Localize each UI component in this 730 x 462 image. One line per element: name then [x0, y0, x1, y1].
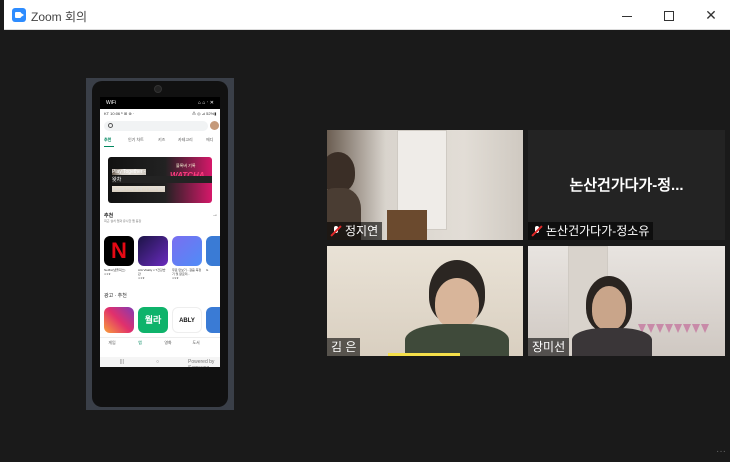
participant-name-tag: 장미선: [528, 338, 570, 356]
status-icons: ⌂ ⌂ ‧ ✕: [198, 100, 214, 106]
app-row: N Netflix(넷플릭스) 4.3★ AIA Vitality x T건강습…: [104, 236, 220, 286]
app-row-2: 월라 ABLY: [104, 307, 220, 333]
participant-name-tag: 논산건가다가-정소유: [528, 222, 654, 240]
phone-sub-status: KT 10:06 ᵇ ⊞ ⊛ · ⁂ ◎ ⊿ 52%▮: [104, 111, 216, 116]
active-speaker-indicator: [388, 353, 460, 356]
mic-muted-icon: [532, 225, 542, 237]
maximize-icon: [664, 11, 674, 22]
app-card[interactable]: N Netflix(넷플릭스) 4.3★: [104, 236, 134, 276]
powered-by-badge: Powered by Samsung: [188, 359, 215, 367]
tab-categories[interactable]: 카테고리: [178, 137, 193, 143]
decoration-bunting: [638, 320, 718, 333]
tab-editors[interactable]: 에디: [206, 137, 213, 143]
nav-apps[interactable]: 앱: [128, 340, 152, 346]
participant-name-tag: 정지연: [327, 222, 383, 240]
close-button[interactable]: ✕: [688, 0, 730, 30]
minimize-icon: [622, 15, 632, 17]
participant-face: [435, 278, 479, 328]
section-title: 추천: [104, 213, 114, 219]
banner-title-1: Play Together -: [112, 169, 146, 175]
title-bar: Zoom 회의 ✕: [4, 0, 730, 30]
phone-screen: WiFi ⌂ ⌂ ‧ ✕ KT 10:06 ᵇ ⊞ ⊛ · ⁂ ◎ ⊿ 52%▮…: [100, 97, 220, 367]
banner-subtitle: Google Play 결제 시 15% 할인: [112, 186, 165, 192]
background-furniture: [387, 210, 427, 240]
carrier-time: KT 10:06 ᵇ ⊞ ⊛ ·: [104, 111, 135, 116]
participant-name-tag: 김 은: [327, 338, 361, 356]
app-rating: 4.9★: [172, 276, 179, 280]
maximize-button[interactable]: [646, 0, 692, 30]
participant-face: [327, 152, 355, 192]
nav-books[interactable]: 도서: [184, 340, 208, 346]
tab-recommended[interactable]: 추천: [104, 137, 111, 143]
video-tile[interactable]: 정지연: [327, 130, 523, 240]
recents-icon[interactable]: |||: [120, 359, 124, 365]
search-icon: [108, 123, 113, 128]
app-name: AIA Vitality x T건강습관: [138, 268, 166, 276]
phone-frame: WiFi ⌂ ⌂ ‧ ✕ KT 10:06 ᵇ ⊞ ⊛ · ⁂ ◎ ⊿ 52%▮…: [92, 81, 228, 407]
video-tile[interactable]: 김 은: [327, 246, 523, 356]
netflix-icon: N: [104, 236, 134, 266]
video-tile[interactable]: 논산건가다가-정... 논산건가다가-정소유: [528, 130, 725, 240]
phone-status-bar: WiFi ⌂ ⌂ ‧ ✕: [100, 97, 220, 109]
zoom-window: Zoom 회의 ✕ WiFi ⌂ ⌂ ‧ ✕ KT 10:06 ᵇ ⊞ ⊛ · …: [4, 0, 730, 462]
avatar[interactable]: [210, 121, 219, 130]
participant-face: [592, 286, 626, 330]
app-icon[interactable]: [206, 307, 220, 333]
window-title: Zoom 회의: [31, 10, 88, 24]
home-icon[interactable]: ○: [156, 359, 159, 365]
app-rating: 4.3★: [138, 276, 145, 280]
participant-name: 정지연: [345, 224, 379, 238]
nav-games[interactable]: 게임: [100, 340, 124, 346]
app-card[interactable]: 무료 만보기 - 걸음 측정기 및 칼로리... 4.9★: [172, 236, 202, 280]
banner-tagline: 블록버 기록: [176, 163, 196, 168]
play-search-bar[interactable]: [104, 121, 208, 131]
app-icon: [206, 236, 220, 266]
nav-movies[interactable]: 영화: [156, 340, 180, 346]
ably-icon[interactable]: ABLY: [172, 307, 202, 333]
ad-section-title: 광고 · 추천: [104, 293, 127, 299]
app-card[interactable]: G: [206, 236, 220, 272]
participant-name: 논산건가다가-정소유: [546, 224, 650, 238]
android-nav-bar: ||| ○ Powered by Samsung: [100, 357, 220, 367]
zoom-logo-icon: [12, 8, 26, 22]
promo-banner[interactable]: 블록버 기록 WATCHA Play Together - 왓차 Google …: [108, 157, 212, 203]
tab-top-charts[interactable]: 인기 차트: [128, 137, 144, 143]
participant-body: [572, 328, 652, 356]
vitality-icon: [138, 236, 168, 266]
camera-icon: [154, 85, 162, 93]
arrow-right-icon[interactable]: →: [212, 212, 218, 218]
video-tile[interactable]: 장미선: [528, 246, 725, 356]
battery-status: ⁂ ◎ ⊿ 52%▮: [192, 111, 217, 116]
play-bottom-nav: 게임 앱 영화 도서: [100, 337, 220, 357]
active-tab-indicator: [104, 146, 114, 147]
app-card[interactable]: AIA Vitality x T건강습관 4.3★: [138, 236, 168, 280]
play-tabs: 추천 인기 차트 키즈 카테고리 에디: [104, 137, 220, 147]
participant-display-name: 논산건가다가-정...: [569, 177, 684, 194]
tab-kids[interactable]: 키즈: [158, 137, 165, 143]
instagram-icon[interactable]: [104, 307, 134, 333]
participant-body: [405, 324, 509, 356]
more-options-icon[interactable]: ···: [716, 446, 726, 457]
section-subtitle: 최근 설치 앱과 유사한 앱 등장: [104, 219, 142, 223]
banner-title-2: 왓차: [112, 176, 212, 183]
wolla-icon[interactable]: 월라: [138, 307, 168, 333]
mic-muted-icon: [331, 225, 341, 237]
participant-name: 장미선: [532, 340, 566, 354]
participant-name: 김 은: [331, 340, 357, 354]
app-rating: 4.3★: [104, 272, 111, 276]
shared-screen[interactable]: WiFi ⌂ ⌂ ‧ ✕ KT 10:06 ᵇ ⊞ ⊛ · ⁂ ◎ ⊿ 52%▮…: [86, 78, 234, 410]
wifi-label: WiFi: [106, 100, 116, 106]
pedometer-icon: [172, 236, 202, 266]
minimize-button[interactable]: [604, 0, 650, 30]
app-name: G: [206, 268, 209, 272]
app-name: 무료 만보기 - 걸음 측정기 및 칼로리...: [172, 268, 202, 276]
